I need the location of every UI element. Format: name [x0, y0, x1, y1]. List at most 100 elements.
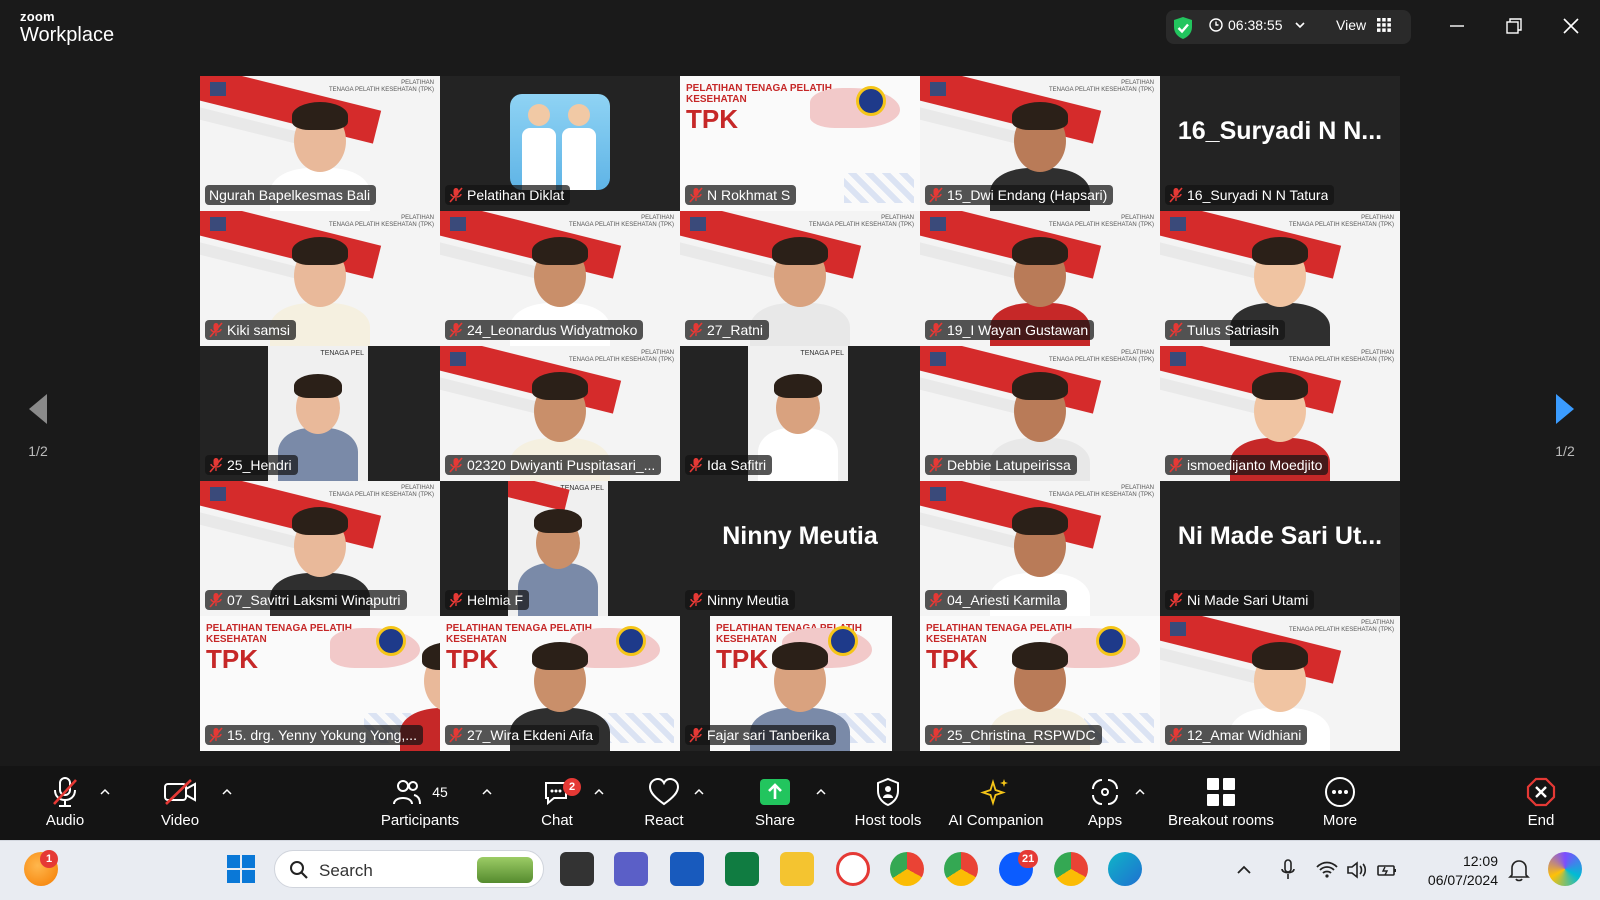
- chrome-profile-2-icon[interactable]: [1054, 852, 1088, 886]
- participant-hair: [1012, 372, 1068, 400]
- tray-expand-icon[interactable]: [1236, 864, 1252, 876]
- apps-button[interactable]: Apps: [1085, 776, 1125, 829]
- participant-tile[interactable]: PELATIHAN TENAGA PELATIH KESEHATAN TPK Fa…: [680, 616, 920, 751]
- participant-tile[interactable]: PELATIHAN TENAGA PELATIH KESEHATAN (TPK) …: [440, 346, 680, 481]
- view-button[interactable]: View: [1336, 17, 1366, 33]
- participant-tile[interactable]: TENAGA PEL Ida Safitri: [680, 346, 920, 481]
- participant-tile[interactable]: PELATIHAN TENAGA PELATIH KESEHATAN (TPK) …: [1160, 346, 1400, 481]
- app-red-circle-icon[interactable]: [836, 852, 870, 886]
- participant-name-label: Ida Safitri: [685, 455, 773, 475]
- file-explorer-icon[interactable]: [780, 852, 814, 886]
- participant-tile[interactable]: PELATIHAN TENAGA PELATIH KESEHATAN TPK 15…: [200, 616, 440, 751]
- participant-tile[interactable]: PELATIHAN TENAGA PELATIH KESEHATAN (TPK) …: [920, 346, 1160, 481]
- ai-companion-label: AI Companion: [948, 812, 1044, 829]
- mic-muted-icon: [1169, 187, 1183, 203]
- bali-map-graphic: [330, 628, 420, 668]
- participant-tile[interactable]: Ni Made Sari Ut... Ni Made Sari Utami: [1160, 481, 1400, 616]
- participant-tile[interactable]: TENAGA PEL 25_Hendri: [200, 346, 440, 481]
- taskbar-search[interactable]: Search: [274, 850, 544, 888]
- participant-tile[interactable]: PELATIHAN TENAGA PELATIH KESEHATAN TPK 25…: [920, 616, 1160, 751]
- participants-options-caret-icon[interactable]: [482, 788, 492, 796]
- participant-tile[interactable]: 16_Suryadi N N... 16_Suryadi N N Tatura: [1160, 76, 1400, 211]
- institution-logo: [690, 217, 706, 231]
- chat-options-caret-icon[interactable]: [594, 788, 604, 796]
- video-off-icon: [164, 779, 196, 805]
- apps-options-caret-icon[interactable]: [1135, 788, 1145, 796]
- participant-tile[interactable]: PELATIHAN TENAGA PELATIH KESEHATAN (TPK) …: [200, 76, 440, 211]
- grid-view-icon[interactable]: [1377, 18, 1391, 32]
- volume-icon[interactable]: [1346, 860, 1368, 880]
- participant-tile[interactable]: PELATIHAN TENAGA PELATIH KESEHATAN TPK N …: [680, 76, 920, 211]
- host-tools-button[interactable]: Host tools: [848, 776, 928, 829]
- restore-icon[interactable]: [1502, 14, 1526, 38]
- battery-icon[interactable]: [1376, 860, 1398, 880]
- participant-name: Fajar sari Tanberika: [707, 727, 830, 743]
- participant-name-label: ismoedijanto Moedjito: [1165, 455, 1329, 475]
- ai-companion-button[interactable]: AI Companion: [946, 776, 1046, 829]
- participant-name-label: 02320 Dwiyanti Puspitasari_...: [445, 455, 662, 475]
- participant-name: Ni Made Sari Utami: [1187, 592, 1309, 608]
- react-button[interactable]: React: [644, 776, 684, 829]
- chrome-profile-icon[interactable]: [944, 852, 978, 886]
- participant-tile[interactable]: PELATIHAN TENAGA PELATIH KESEHATAN (TPK) …: [920, 76, 1160, 211]
- participant-tile[interactable]: Ninny Meutia Ninny Meutia: [680, 481, 920, 616]
- participant-name-label: Kiki samsi: [205, 320, 297, 340]
- video-button[interactable]: Video: [155, 776, 205, 829]
- institution-logo: [930, 487, 946, 501]
- participant-tile[interactable]: PELATIHAN TENAGA PELATIH KESEHATAN (TPK) …: [200, 481, 440, 616]
- task-view-icon[interactable]: [560, 852, 594, 886]
- next-page-icon[interactable]: [1552, 392, 1578, 426]
- encryption-shield-icon[interactable]: [1172, 16, 1194, 40]
- minimize-icon[interactable]: [1445, 14, 1469, 38]
- share-options-caret-icon[interactable]: [816, 788, 826, 796]
- meeting-timer[interactable]: 06:38:55: [1228, 17, 1283, 33]
- previous-page-icon[interactable]: [25, 392, 51, 426]
- audio-button[interactable]: Audio: [40, 776, 90, 829]
- participant-tile[interactable]: Pelatihan Diklat: [440, 76, 680, 211]
- react-options-caret-icon[interactable]: [694, 788, 704, 796]
- participant-name: Helmia F: [467, 592, 524, 608]
- participant-tile[interactable]: PELATIHAN TENAGA PELATIH KESEHATAN (TPK) …: [1160, 211, 1400, 346]
- participant-name: ismoedijanto Moedjito: [1187, 457, 1323, 473]
- close-icon[interactable]: [1559, 14, 1583, 38]
- audio-options-caret-icon[interactable]: [100, 788, 110, 796]
- share-button[interactable]: Share: [753, 776, 797, 829]
- participant-tile[interactable]: PELATIHAN TENAGA PELATIH KESEHATAN (TPK) …: [680, 211, 920, 346]
- breakout-rooms-button[interactable]: Breakout rooms: [1163, 776, 1279, 829]
- mic-muted-icon: [1169, 592, 1183, 608]
- pager-right[interactable]: 1/2: [1545, 392, 1585, 459]
- breakout-rooms-label: Breakout rooms: [1168, 812, 1274, 829]
- participant-tile[interactable]: PELATIHAN TENAGA PELATIH KESEHATAN TPK 27…: [440, 616, 680, 751]
- video-options-caret-icon[interactable]: [222, 788, 232, 796]
- mic-muted-icon: [449, 592, 463, 608]
- participant-tile[interactable]: TENAGA PEL Helmia F: [440, 481, 680, 616]
- pager-left[interactable]: 1/2: [18, 392, 58, 459]
- institution-logo: [450, 352, 466, 366]
- end-meeting-button[interactable]: End: [1521, 776, 1561, 829]
- notification-bell-icon[interactable]: [1508, 858, 1530, 882]
- excel-icon[interactable]: [725, 852, 759, 886]
- more-button[interactable]: More: [1318, 776, 1362, 829]
- edge-icon[interactable]: [1108, 852, 1142, 886]
- participant-name-label: 15. drg. Yenny Yokung Yong,...: [205, 725, 423, 745]
- institution-logo: [210, 487, 226, 501]
- chevron-down-icon[interactable]: [1294, 20, 1306, 30]
- windows-start-icon[interactable]: [224, 852, 258, 886]
- teams-icon[interactable]: [614, 852, 648, 886]
- bali-seal-logo: [376, 626, 406, 656]
- participant-tile[interactable]: PELATIHAN TENAGA PELATIH KESEHATAN (TPK) …: [920, 211, 1160, 346]
- participants-button[interactable]: 45 Participants: [374, 776, 466, 829]
- microphone-tray-icon[interactable]: [1280, 858, 1296, 882]
- taskbar-clock[interactable]: 12:09 06/07/2024: [1418, 852, 1498, 890]
- word-icon[interactable]: [670, 852, 704, 886]
- chrome-icon[interactable]: [890, 852, 924, 886]
- copilot-icon[interactable]: [1548, 852, 1582, 886]
- banner-caption: PELATIHAN TENAGA PELATIH KESEHATAN (TPK): [1048, 215, 1154, 229]
- participant-tile[interactable]: PELATIHAN TENAGA PELATIH KESEHATAN (TPK) …: [200, 211, 440, 346]
- search-highlight-image: [477, 857, 533, 883]
- wifi-icon[interactable]: [1316, 860, 1338, 880]
- participant-tile[interactable]: PELATIHAN TENAGA PELATIH KESEHATAN (TPK) …: [920, 481, 1160, 616]
- participant-tile[interactable]: PELATIHAN TENAGA PELATIH KESEHATAN (TPK) …: [1160, 616, 1400, 751]
- participant-tile[interactable]: PELATIHAN TENAGA PELATIH KESEHATAN (TPK) …: [440, 211, 680, 346]
- participant-name-label: 04_Ariesti Karmila: [925, 590, 1067, 610]
